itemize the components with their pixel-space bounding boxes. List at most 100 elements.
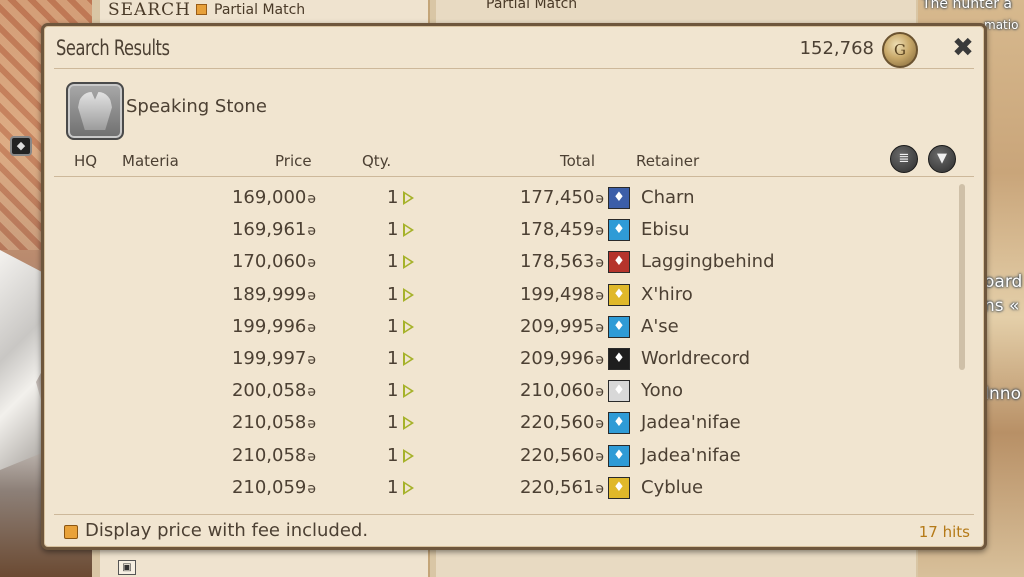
background-quest-text-2: matio <box>984 18 1019 32</box>
uldah-icon: ♦ <box>608 315 630 338</box>
fee-included-checkbox[interactable] <box>64 525 78 539</box>
table-row[interactable]: 170,060ə 1 178,563ə ♦ Laggingbehind <box>44 247 964 279</box>
gil-symbol: ə <box>307 287 316 304</box>
price-value: 200,058 <box>231 380 307 402</box>
price-value: 210,058 <box>231 412 307 434</box>
qty-arrow-icon[interactable] <box>403 223 414 238</box>
column-header-materia[interactable]: Materia <box>122 152 179 170</box>
column-header-hq[interactable]: HQ <box>74 152 97 170</box>
gil-symbol: ə <box>595 384 604 401</box>
total-cell: 178,459ə <box>520 219 604 240</box>
history-list-icon[interactable]: ≣ <box>890 145 918 173</box>
table-row[interactable]: 210,059ə 1 220,561ə ♦ Cyblue <box>44 473 964 505</box>
total-cell: 178,563ə <box>520 251 604 272</box>
gil-symbol: ə <box>307 319 316 336</box>
price-cell: 169,000ə <box>232 187 316 208</box>
gil-symbol: ə <box>595 287 604 304</box>
price-value: 170,060 <box>231 251 307 273</box>
footer-divider <box>54 514 974 515</box>
retainer-name: Laggingbehind <box>641 251 775 273</box>
close-icon[interactable]: ✖ <box>948 33 978 63</box>
table-row[interactable]: 169,000ə 1 177,450ə ♦ Charn <box>44 183 964 215</box>
background-search-label: SEARCH <box>108 0 191 20</box>
table-row[interactable]: 169,961ə 1 178,459ə ♦ Ebisu <box>44 215 964 247</box>
speaking-stone-icon[interactable] <box>66 82 124 140</box>
qty-arrow-icon[interactable] <box>403 287 414 302</box>
total-cell: 220,560ə <box>520 412 604 433</box>
qty-cell: 1 <box>387 444 399 466</box>
goldsaucer-icon: ♦ <box>608 476 630 499</box>
gil-symbol: ə <box>307 352 316 368</box>
qty-arrow-icon[interactable] <box>403 448 414 463</box>
total-cell: 199,498ə <box>520 284 604 305</box>
price-cell: 199,997ə <box>232 348 316 369</box>
gridania-icon: ♦ <box>608 251 630 274</box>
price-value: 210,059 <box>231 476 307 498</box>
gil-symbol: ə <box>307 480 316 497</box>
qty-arrow-icon[interactable] <box>403 255 414 270</box>
table-row[interactable]: 189,999ə 1 199,498ə ♦ X'hiro <box>44 280 964 312</box>
total-value: 178,459 <box>519 219 595 241</box>
price-value: 189,999 <box>231 283 307 305</box>
total-cell: 220,561ə <box>520 477 604 498</box>
price-cell: 200,058ə <box>232 380 316 401</box>
retainer-name: Charn <box>641 187 695 208</box>
qty-arrow-icon[interactable] <box>403 191 414 205</box>
qty-cell: 1 <box>387 283 399 305</box>
retainer-name: Cyblue <box>641 476 704 498</box>
uldah-icon: ♦ <box>608 444 630 467</box>
price-value: 169,961 <box>231 219 307 241</box>
total-value: 220,560 <box>519 412 595 434</box>
gil-symbol: ə <box>307 191 316 207</box>
search-results-window: Search Results 152,768 G ✖ Speaking Ston… <box>41 23 987 550</box>
table-row[interactable]: 210,058ə 1 220,560ə ♦ Jadea'nifae <box>44 408 964 440</box>
qty-arrow-icon[interactable] <box>403 319 414 334</box>
gil-symbol: ə <box>307 255 316 272</box>
goldsaucer-icon: ♦ <box>608 283 630 306</box>
qty-arrow-icon[interactable] <box>403 480 414 495</box>
retainer-name: A'se <box>641 315 679 337</box>
scrollbar[interactable] <box>959 184 965 370</box>
gil-symbol: ə <box>595 416 604 433</box>
header-divider <box>54 176 974 177</box>
gil-symbol: ə <box>595 448 604 465</box>
price-cell: 199,996ə <box>232 316 316 337</box>
price-value: 199,997 <box>231 348 307 369</box>
qty-cell: 1 <box>387 315 399 337</box>
gil-symbol: ə <box>595 319 604 336</box>
small-window-icon[interactable]: ▣ <box>118 560 136 575</box>
total-value: 177,450 <box>519 187 595 208</box>
total-value: 178,563 <box>519 251 595 273</box>
item-name: Speaking Stone <box>126 96 267 117</box>
background-quest-text-3: oard <box>984 272 1023 292</box>
total-value: 210,060 <box>519 380 595 402</box>
table-row[interactable]: 210,058ə 1 220,560ə ♦ Jadea'nifae <box>44 441 964 473</box>
total-cell: 177,450ə <box>520 187 604 208</box>
filter-icon[interactable]: ▼ <box>928 145 956 173</box>
qty-arrow-icon[interactable] <box>403 352 414 366</box>
column-header-retainer[interactable]: Retainer <box>636 152 699 170</box>
qty-arrow-icon[interactable] <box>403 416 414 431</box>
retainer-name: Jadea'nifae <box>641 444 741 466</box>
background-partial-match-label: Partial Match <box>214 2 306 18</box>
total-cell: 209,995ə <box>520 316 604 337</box>
qty-cell: 1 <box>387 412 399 434</box>
hotbar-icon[interactable]: ◆ <box>10 136 32 156</box>
qty-cell: 1 <box>387 251 399 273</box>
price-cell: 170,060ə <box>232 251 316 272</box>
hits-count: 17 hits <box>918 523 970 541</box>
gil-symbol: ə <box>307 384 316 401</box>
price-cell: 189,999ə <box>232 284 316 305</box>
column-header-total[interactable]: Total <box>560 152 595 170</box>
gil-amount: 152,768 <box>799 38 874 59</box>
table-row[interactable]: 200,058ə 1 210,060ə ♦ Yono <box>44 376 964 408</box>
background-quest-text-5: Inno <box>984 384 1021 404</box>
qty-arrow-icon[interactable] <box>403 384 414 399</box>
table-row[interactable]: 199,996ə 1 209,995ə ♦ A'se <box>44 312 964 344</box>
retainer-name: Jadea'nifae <box>641 412 741 434</box>
table-row[interactable]: 199,997ə 1 209,996ə ♦ Worldrecord <box>44 344 964 376</box>
column-header-price[interactable]: Price <box>275 152 312 170</box>
column-header-qty[interactable]: Qty. <box>362 152 391 170</box>
background-partial-match-checkbox[interactable] <box>196 4 207 15</box>
uldah-icon: ♦ <box>608 219 630 242</box>
